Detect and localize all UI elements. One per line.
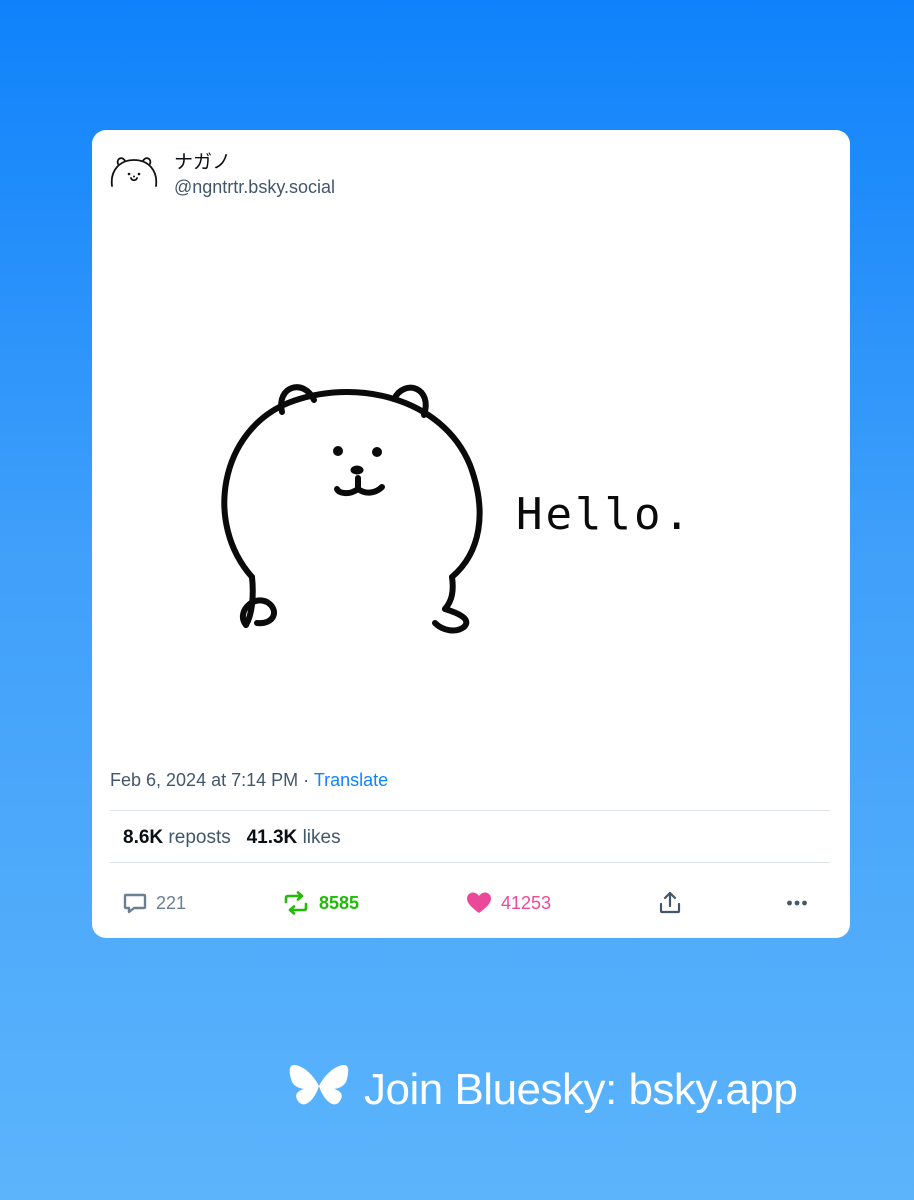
like-count: 41253	[501, 892, 552, 913]
footer-text: Join Bluesky: bsky.app	[364, 1065, 798, 1114]
author-names: ナガノ @ngntrtr.bsky.social	[174, 150, 335, 199]
bear-illustration	[221, 384, 483, 634]
repost-count: 8585	[319, 892, 360, 913]
share-icon	[659, 891, 681, 914]
repost-icon	[284, 891, 308, 915]
bear-avatar-icon[interactable]	[108, 148, 160, 200]
reply-bubble-icon	[123, 893, 147, 914]
more-dots-icon	[787, 900, 807, 906]
reposts-label[interactable]: reposts	[168, 827, 230, 848]
like-button[interactable]: 41253	[465, 888, 551, 918]
reply-button[interactable]: 221	[122, 888, 186, 918]
reposts-count[interactable]: 8.6K	[123, 827, 163, 848]
more-button[interactable]	[785, 888, 809, 918]
divider-bottom	[110, 862, 830, 863]
author-handle[interactable]: @ngntrtr.bsky.social	[174, 175, 335, 199]
share-button[interactable]	[657, 888, 683, 918]
butterfly-icon	[289, 1065, 349, 1105]
author-display-name[interactable]: ナガノ	[174, 150, 335, 174]
post-image-caption: Hello.	[516, 489, 693, 540]
meta-separator: ·	[303, 770, 310, 790]
likes-count[interactable]: 41.3K	[247, 827, 298, 848]
translate-link[interactable]: Translate	[314, 770, 388, 790]
heart-icon	[467, 892, 491, 913]
repost-button[interactable]: 8585	[281, 888, 359, 918]
post-meta: Feb 6, 2024 at 7:14 PM · Translate	[110, 770, 388, 791]
post-header: ナガノ @ngntrtr.bsky.social	[108, 148, 335, 200]
post-image[interactable]: Hello.	[92, 355, 850, 685]
divider-top	[110, 810, 830, 811]
likes-label[interactable]: likes	[303, 827, 341, 848]
reply-count: 221	[156, 892, 187, 913]
post-card: ナガノ @ngntrtr.bsky.social Hello. Feb 6, 2…	[92, 130, 850, 938]
engagement-counts: 8.6K reposts 41.3K likes	[123, 827, 341, 849]
action-bar: 221 8585 41253	[92, 888, 850, 918]
post-timestamp: Feb 6, 2024 at 7:14 PM	[110, 770, 299, 790]
join-bluesky-footer[interactable]: Join Bluesky: bsky.app	[288, 1062, 798, 1118]
